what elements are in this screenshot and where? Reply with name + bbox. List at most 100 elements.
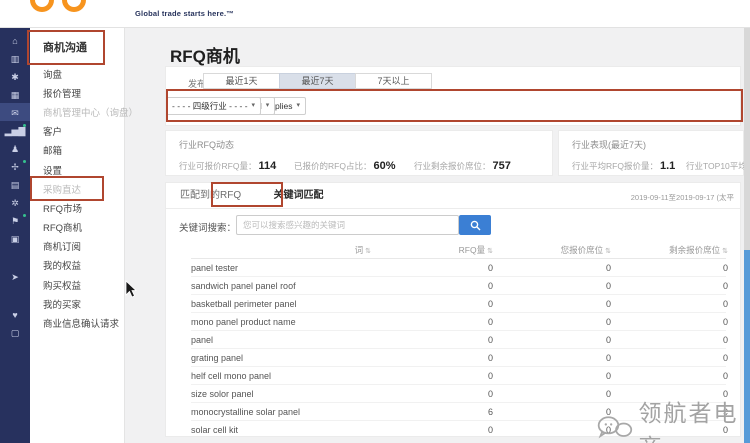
settings-icon: ✱ [11,72,19,82]
stat-item: 行业TOP10平均RFQ [686,156,750,174]
page-title: RFQ商机 [170,42,240,67]
logo-swoosh-icon [62,0,86,12]
keyword-cell: grating panel [191,353,371,363]
chevron-down-icon: ▾ [252,98,256,114]
keyword-search-input[interactable] [236,215,459,235]
gear-icon: ✲ [11,198,19,208]
remaining-seats-cell: 0 [611,299,728,309]
analytics-icon: ▂▅▇ [5,126,26,136]
your-seats-cell: 0 [493,335,611,345]
briefcase-icon: ▣ [11,234,20,244]
your-seats-cell: 0 [493,281,611,291]
sidebar-menu-item[interactable]: 我的买家 [30,294,124,313]
table-row[interactable]: basketball perimeter panel 0 0 0 [191,295,726,313]
table-row[interactable]: sandwich panel panel roof 0 0 0 [191,277,726,295]
favorites-icon: ♥ [12,310,17,320]
your-seats-cell: 0 [493,407,611,417]
table-row[interactable]: mono panel product name 0 0 0 [191,313,726,331]
stat-item: 行业剩余报价席位：757 [414,156,511,174]
tab-bar: 匹配到的RFQ 关键词匹配 2019-09-11至2019-09-17 (太平 [166,183,740,209]
chat-bubbles-icon [596,414,633,442]
watermark: 领航者电商 [596,394,750,443]
window-edge-scrollbar[interactable] [744,250,750,443]
sidebar-menu-item[interactable]: 我的权益 [30,256,124,275]
search-button[interactable] [459,215,491,235]
table-column-header[interactable]: 剩余报价席位⇅ [611,244,728,256]
table-row[interactable]: helf cell mono panel 0 0 0 [191,367,726,385]
keyword-cell: monocrystalline solar panel [191,407,371,417]
table-column-header[interactable]: 词⇅ [191,244,371,256]
rfq-count-cell: 0 [371,389,493,399]
notification-dot [23,160,26,163]
messages-icon: ✉ [11,108,19,118]
top-bar: Global trade starts here.™ [0,0,750,28]
remaining-seats-cell: 0 [611,317,728,327]
chevron-down-icon: ▾ [266,98,270,114]
keyword-cell: size solor panel [191,389,371,399]
keyword-search-label: 关键词搜索： [179,220,236,234]
network-icon: ✢ [11,162,19,172]
sidebar-menu-item[interactable]: 采购直达 [30,179,124,198]
workbench-icon: ▢ [11,328,20,338]
table-row[interactable]: panel tester 0 0 0 [191,259,726,277]
orders-icon: ▥ [11,54,20,64]
stat-item: 行业平均RFQ报价量：1.1 [572,156,675,174]
table-row[interactable]: grating panel 0 0 0 [191,349,726,367]
table-row[interactable]: panel 0 0 0 [191,331,726,349]
tab[interactable]: 关键词匹配 [260,183,338,209]
search-icon [470,220,481,231]
tab[interactable]: 匹配到的RFQ [166,183,255,209]
rfq-count-cell: 6 [371,407,493,417]
rfq-count-cell: 0 [371,317,493,327]
your-seats-cell: 0 [493,317,611,327]
alibaba-logo[interactable] [28,0,128,28]
sort-icon: ⇅ [722,248,728,255]
window-edge [744,28,750,250]
sidebar-menu-item[interactable]: 设置 [30,160,124,179]
rfq-count-cell: 0 [371,335,493,345]
keyword-cell: mono panel product name [191,317,371,327]
keyword-cell: sandwich panel panel roof [191,281,371,291]
table-column-header[interactable]: RFQ量⇅ [371,244,493,256]
remaining-seats-cell: 0 [611,371,728,381]
your-seats-cell: 0 [493,371,611,381]
sidebar-menu-item[interactable]: 商机管理中心（询盘） [30,102,124,121]
table-header-row: 词⇅ RFQ量⇅ 您报价席位⇅ 剩余报价席位⇅ [191,241,726,259]
filter-card: 发布时间： 最近1天 最近7天 7天以上 行业： Electrical Equi… [165,66,741,126]
sidebar-menu-item[interactable]: 购买权益 [30,275,124,294]
send-icon: ➤ [11,272,19,282]
home-icon: ⌂ [12,36,17,46]
industry-rfq-stats-card: 行业RFQ动态 行业可报价RFQ量：114 已报价的RFQ占比：60% 行业剩余… [165,130,553,176]
your-seats-cell: 0 [493,389,611,399]
sidebar-menu-item[interactable]: 询盘 [30,64,124,83]
sidebar-menu-item[interactable]: 客户 [30,122,124,141]
industry-performance-card: 行业表现(最近7天) 行业平均RFQ报价量：1.1 行业TOP10平均RFQ [558,130,744,176]
rfq-count-cell: 0 [371,353,493,363]
sidebar-menu-header[interactable]: 商机沟通 [43,39,124,55]
rfq-count-cell: 0 [371,281,493,291]
sidebar-menu-item[interactable]: 商机订阅 [30,237,124,256]
keyword-cell: solar cell kit [191,425,371,435]
sidebar-menu-item[interactable]: 商业信息确认请求 [30,313,124,332]
industry-select[interactable]: - - - - 四级行业 - - - - ▾ [166,97,261,115]
keyword-cell: panel [191,335,371,345]
sidebar-menu-item[interactable]: RFQ商机 [30,218,124,237]
your-seats-cell: 0 [493,263,611,273]
table-column-header[interactable]: 您报价席位⇅ [493,244,611,256]
remaining-seats-cell: 0 [611,335,728,345]
stats-card-title: 行业RFQ动态 [179,138,234,151]
apps-grid-icon: ▦ [11,90,20,100]
chevron-down-icon: ▾ [296,98,300,114]
brand-slogan: Global trade starts here.™ [135,9,234,18]
remaining-seats-cell: 0 [611,353,728,363]
sidebar-menu-item[interactable]: 邮箱 [30,141,124,160]
keyword-search-row: 关键词搜索： [166,215,740,235]
sidebar-menu-item[interactable]: 报价管理 [30,83,124,102]
notification-dot [23,214,26,217]
sidebar-menu-item[interactable]: RFQ市场 [30,198,124,217]
alerts-icon: ⚑ [11,216,19,226]
rfq-count-cell: 0 [371,263,493,273]
stat-item: 行业可报价RFQ量：114 [179,156,276,174]
notification-dot [23,124,26,127]
rfq-count-cell: 0 [371,425,493,435]
